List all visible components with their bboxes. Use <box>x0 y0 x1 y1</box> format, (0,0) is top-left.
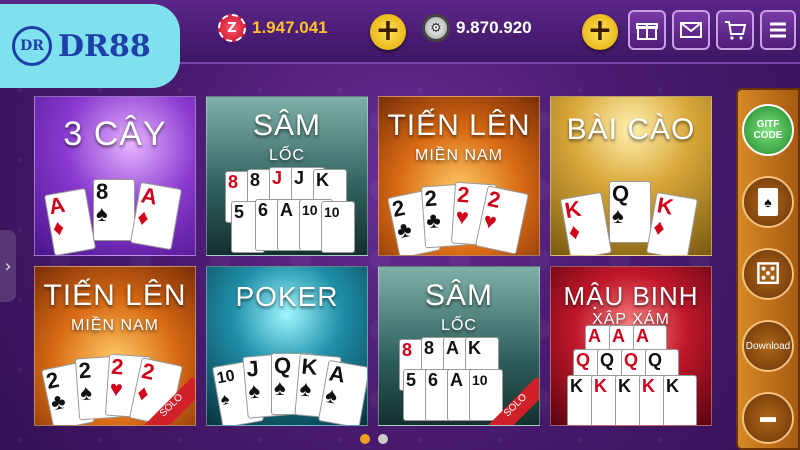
game-title: 3 CÂY <box>63 115 167 153</box>
download-button[interactable]: Download <box>742 320 794 372</box>
game-title: TIẾN LÊN <box>387 109 531 142</box>
cards-game-button[interactable]: ♠ <box>742 176 794 228</box>
game-title: SÂM <box>252 109 321 142</box>
dr88-logo: DR DR88 <box>0 4 180 88</box>
logo-text: DR88 <box>58 28 151 64</box>
page-dot-2[interactable] <box>378 434 388 444</box>
game-tile-sam-loc-solo[interactable]: SÂM LỐC 8 8 A K 5 6 A 10 SOLO <box>378 266 540 426</box>
left-panel-toggle[interactable]: › <box>0 230 16 302</box>
gold-coin-icon: Z <box>218 14 246 42</box>
game-title: POKER <box>235 281 339 312</box>
playing-card: 10 <box>469 369 503 421</box>
card-fan: 2 ♣ 2 ♣ 2 ♥ 2 ♥ <box>379 155 539 255</box>
gift-code-label-2: CODE <box>753 130 783 141</box>
mail-icon <box>680 22 702 38</box>
card-fan: A ♦ 8 ♠ A ♦ <box>35 155 195 255</box>
page-indicator <box>360 434 388 444</box>
game-tile-bai-cao[interactable]: BÀI CÀO K ♦ Q ♠ K ♦ <box>550 96 712 256</box>
silver-balance-value: 9.870.920 <box>456 18 532 37</box>
game-title: BÀI CÀO <box>566 113 696 146</box>
playing-card: K <box>663 375 697 425</box>
playing-card: Q ♠ <box>609 181 651 243</box>
card-fan: 8 8 J J K 5 6 A 10 10 <box>207 155 367 255</box>
playing-card-icon: ♠ <box>758 188 778 216</box>
gift-code-label-1: GITF <box>756 119 780 130</box>
cart-icon <box>725 21 747 40</box>
game-tile-sam-loc[interactable]: SÂM LỐC 8 8 J J K 5 6 A 10 10 <box>206 96 368 256</box>
download-label: Download <box>745 340 791 352</box>
gold-balance-value: 1.947.041 <box>252 18 328 37</box>
playing-card: K ♦ <box>645 191 699 255</box>
gift-button[interactable] <box>628 10 666 50</box>
silver-coin-icon: ⚙ <box>422 14 450 42</box>
game-title: TIẾN LÊN <box>43 279 187 312</box>
gift-code-button[interactable]: GITF CODE <box>742 104 794 156</box>
mail-button[interactable] <box>672 10 710 50</box>
dice-icon: ⚄ <box>754 257 782 291</box>
playing-card: 10 <box>321 201 355 253</box>
gift-icon <box>636 23 658 40</box>
side-panel: GITF CODE ♠ ⚄ Download ▬ <box>736 88 800 450</box>
game-tile-tien-len-mien-nam-solo[interactable]: TIẾN LÊN MIỀN NAM 2 ♣ 2 ♠ 2 ♥ 2 ♦ SOLO <box>34 266 196 426</box>
playing-card: K ♦ <box>559 191 613 255</box>
add-silver-button[interactable]: + <box>582 14 618 50</box>
cart-button[interactable] <box>716 10 754 50</box>
dice-game-button[interactable]: ⚄ <box>742 248 794 300</box>
more-icon: ▬ <box>760 409 776 426</box>
page-dot-1[interactable] <box>360 434 370 444</box>
game-title: SÂM <box>424 279 493 312</box>
menu-button[interactable] <box>760 10 796 50</box>
game-tile-poker[interactable]: POKER 10 ♠ J ♠ Q ♠ K ♠ A ♠ <box>206 266 368 426</box>
game-tile-tien-len-mien-nam[interactable]: TIẾN LÊN MIỀN NAM 2 ♣ 2 ♣ 2 ♥ 2 ♥ <box>378 96 540 256</box>
card-fan: A A A Q Q Q Q K K K K K <box>551 325 711 425</box>
chevron-right-icon: › <box>4 255 12 277</box>
game-title: MẬU BINH <box>563 281 699 311</box>
more-button[interactable]: ▬ <box>742 392 794 444</box>
card-fan: K ♦ Q ♠ K ♦ <box>551 155 711 255</box>
gold-balance: Z 1.947.041 <box>218 14 328 42</box>
game-tile-3-cay[interactable]: 3 CÂY A ♦ 8 ♠ A ♦ <box>34 96 196 256</box>
playing-card: 8 ♠ <box>93 179 135 241</box>
playing-card: A ♦ <box>129 181 183 251</box>
logo-mark-icon: DR <box>12 26 52 66</box>
silver-balance: ⚙ 9.870.920 <box>422 14 532 42</box>
add-gold-button[interactable]: + <box>370 14 406 50</box>
menu-icon <box>770 22 786 38</box>
game-tile-mau-binh[interactable]: MẬU BINH XẬP XÁM A A A Q Q Q Q K K K K K <box>550 266 712 426</box>
playing-card: A ♦ <box>43 187 97 255</box>
card-fan: 10 ♠ J ♠ Q ♠ K ♠ A ♠ <box>207 325 367 425</box>
